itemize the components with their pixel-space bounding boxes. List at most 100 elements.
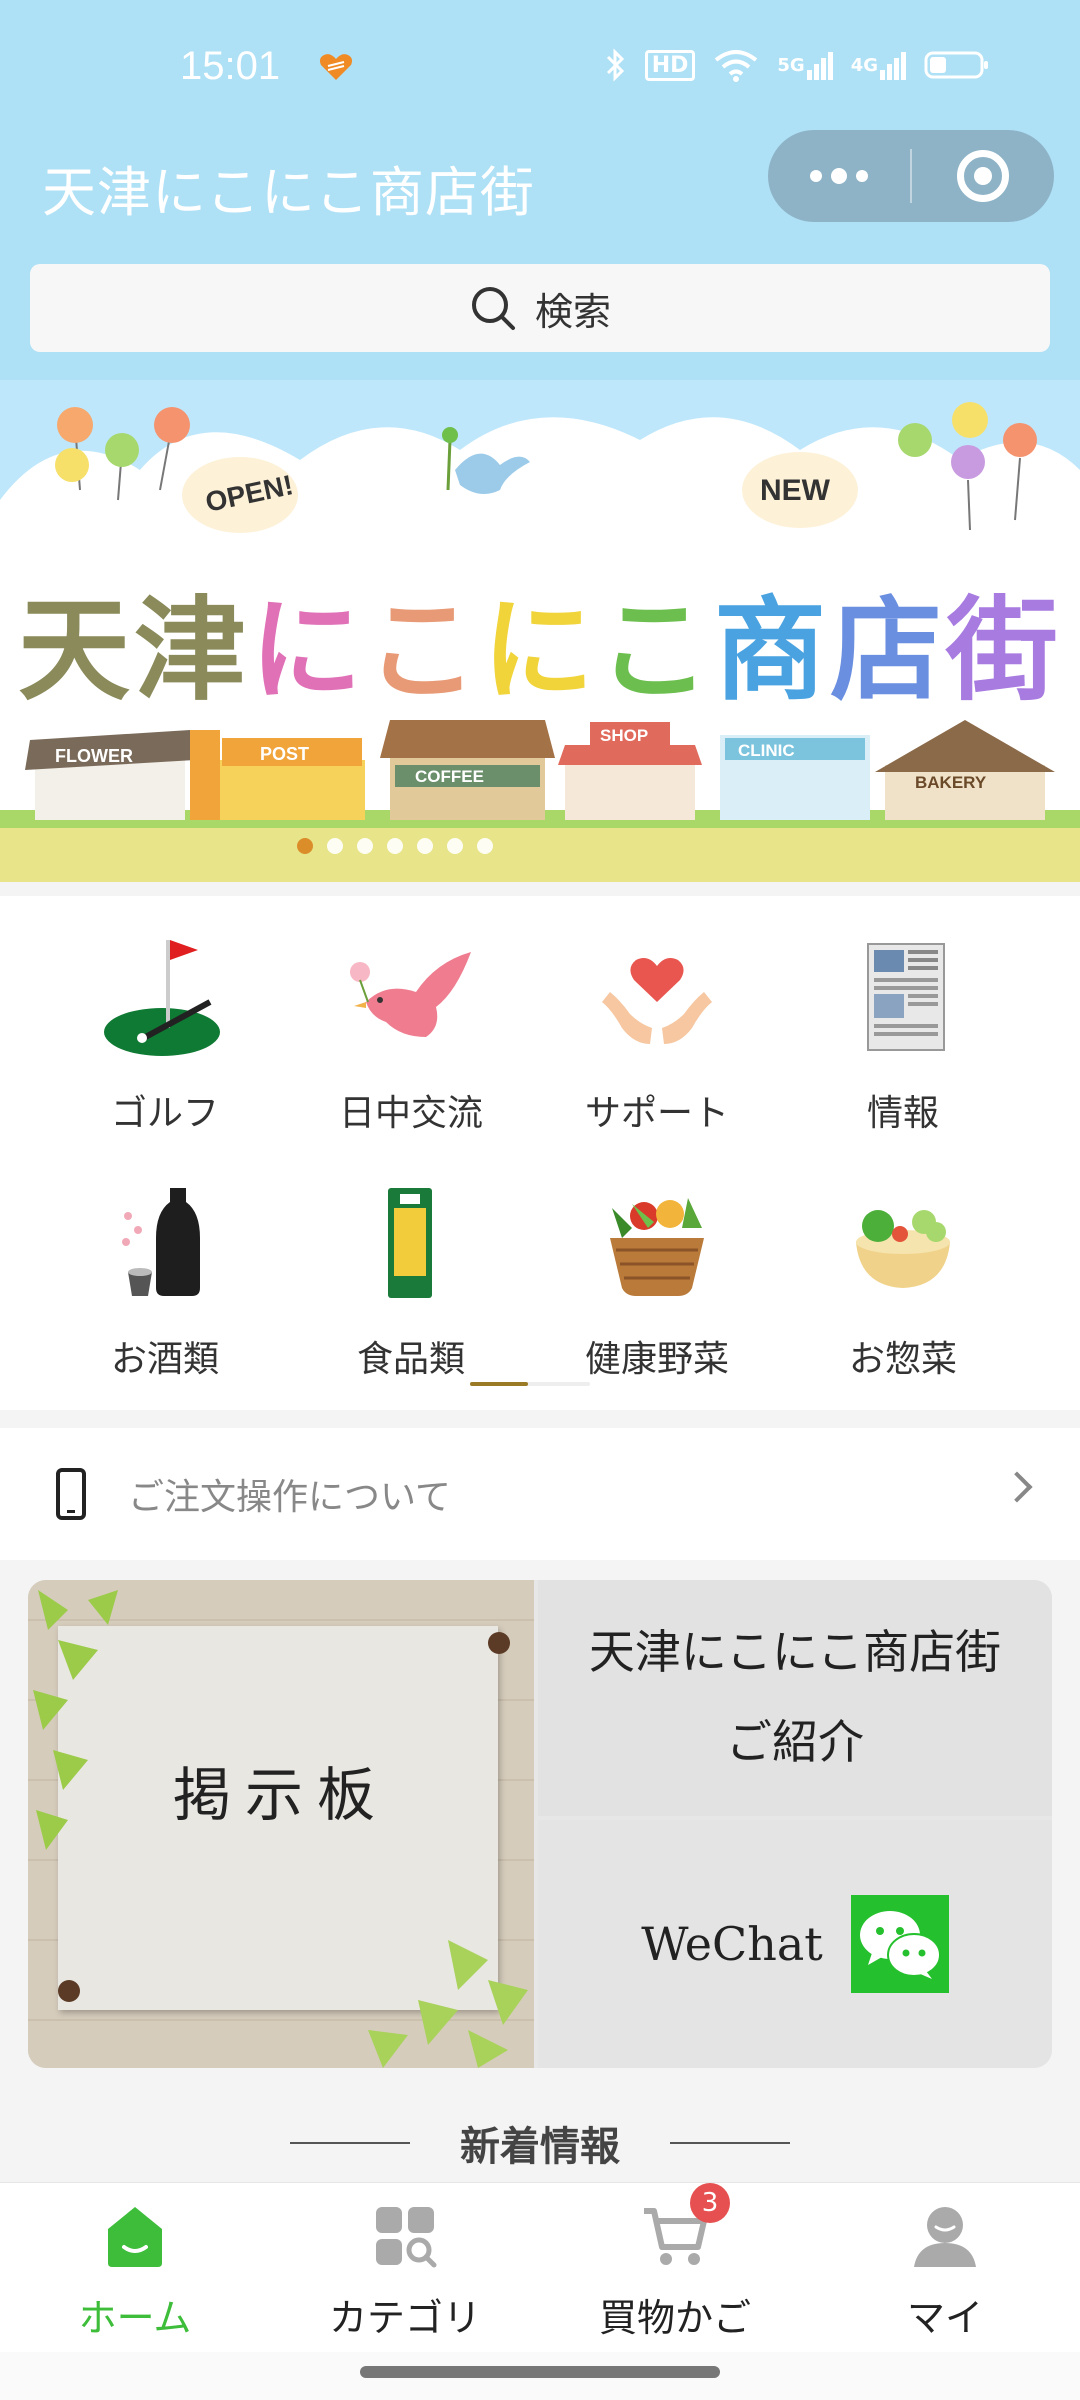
food-pack-icon: [341, 1178, 481, 1308]
banner-new-sign: NEW: [760, 474, 831, 507]
wechat-icon: [850, 1895, 949, 1993]
carousel-dot[interactable]: [477, 838, 493, 854]
vegetable-basket-icon: [587, 1178, 727, 1308]
bird-icon: [341, 932, 481, 1062]
category-golf[interactable]: ゴルフ: [50, 932, 280, 1162]
category-label: お酒類: [110, 1339, 219, 1380]
feature-cards: 掲示板 天津にこにこ商店街 ご紹介 WeChat: [28, 1580, 1052, 2068]
category-grid: ゴルフ 日中交流 サポート 情報 お酒類 食品類 健康野菜 お惣菜: [0, 896, 1080, 1410]
close-miniprogram-button[interactable]: [912, 150, 1054, 202]
more-button[interactable]: [768, 130, 910, 222]
tab-label: マイ: [906, 2296, 983, 2340]
news-heading: 新着情報: [0, 2108, 1080, 2178]
category-label: 食品類: [356, 1339, 465, 1380]
category-label: お惣菜: [848, 1339, 957, 1380]
tab-category[interactable]: カテゴリ: [270, 2201, 540, 2342]
wechat-card[interactable]: WeChat: [538, 1820, 1052, 2068]
category-label: 日中交流: [338, 1093, 483, 1134]
search-placeholder: 検索: [534, 289, 611, 334]
search-bar[interactable]: 検索: [30, 264, 1050, 352]
order-info-label: ご注文操作について: [128, 1477, 451, 1518]
intro-subtitle: ご紹介: [726, 1715, 864, 1769]
carousel-dot[interactable]: [387, 838, 403, 854]
status-time: 15:01: [180, 44, 281, 88]
battery-icon: [924, 51, 988, 79]
pin-icon: [488, 1632, 510, 1654]
carousel-dot[interactable]: [297, 838, 313, 854]
more-dot-icon: [856, 170, 868, 182]
sake-icon: [95, 1178, 235, 1308]
banner-title-part: こ: [366, 585, 482, 716]
wifi-icon: [715, 50, 758, 82]
tab-label: 買物かご: [598, 2296, 751, 2340]
carousel-indicator: [0, 838, 1080, 854]
status-icons: HD 5G 4G: [605, 48, 990, 82]
shop-shop-sign: SHOP: [600, 726, 648, 745]
status-bar: 15:01 HD 5G 4G: [0, 0, 1080, 130]
signal-5g-icon: 5G: [777, 48, 833, 82]
search-icon: [471, 287, 515, 330]
miniprogram-capsule: [768, 130, 1054, 222]
wechat-label: WeChat: [641, 1917, 823, 1971]
intro-card[interactable]: 天津にこにこ商店街 ご紹介: [538, 1580, 1052, 1816]
heading-divider: [670, 2142, 790, 2144]
banner-carousel[interactable]: OPEN! NEW FLOWER POST COFFEE SHOP CLINIC…: [0, 380, 1080, 882]
shop-flower-sign: FLOWER: [55, 746, 133, 766]
newspaper-icon: [833, 932, 973, 1062]
carousel-dot[interactable]: [327, 838, 343, 854]
tab-home[interactable]: ホーム: [0, 2201, 270, 2342]
banner-title-part: に: [482, 585, 598, 716]
intro-title: 天津にこにこ商店街: [588, 1625, 1002, 1679]
pin-icon: [58, 1980, 80, 2002]
news-title: 新着情報: [460, 2124, 620, 2170]
cart-icon: 3: [640, 2183, 730, 2271]
shop-clinic-sign: CLINIC: [738, 741, 795, 760]
page-title: 天津にこにこ商店街: [42, 161, 535, 224]
signal-4g-icon: 4G: [851, 48, 906, 82]
category-label: サポート: [584, 1093, 729, 1134]
phone-icon: [56, 1468, 86, 1520]
category-info[interactable]: 情報: [788, 932, 1018, 1162]
chevron-right-icon: [1001, 1471, 1033, 1503]
heading-divider: [290, 2142, 410, 2144]
tab-label: ホーム: [78, 2296, 192, 2340]
app-header: 15:01 HD 5G 4G 天津にこにこ商店街 検索: [0, 0, 1080, 380]
bluetooth-icon: [606, 48, 624, 82]
heart-hands-icon: [587, 932, 727, 1062]
home-icon: [100, 2201, 170, 2271]
shop-bakery-sign: BAKERY: [915, 773, 987, 792]
home-indicator[interactable]: [360, 2366, 720, 2378]
tab-label: カテゴリ: [328, 2296, 481, 2340]
banner-title: 天津にこにこ商店街: [0, 560, 1080, 722]
carousel-dot[interactable]: [447, 838, 463, 854]
category-side-dish[interactable]: お惣菜: [788, 1178, 1018, 1408]
banner-title-part: 街: [946, 585, 1062, 716]
bulletin-board-card[interactable]: 掲示板: [28, 1580, 534, 2068]
board-title: 掲示板: [172, 1761, 389, 1829]
golf-icon: [95, 932, 235, 1062]
carousel-dot[interactable]: [417, 838, 433, 854]
category-alcohol[interactable]: お酒類: [50, 1178, 280, 1408]
category-support[interactable]: サポート: [542, 932, 772, 1162]
banner-title-part: 天津: [18, 585, 250, 716]
hd-icon: HD: [644, 48, 696, 82]
cart-badge: 3: [690, 2183, 730, 2223]
category-exchange[interactable]: 日中交流: [296, 932, 526, 1162]
shop-post-sign: POST: [260, 744, 309, 764]
more-dot-icon: [831, 168, 847, 184]
banner-title-part: に: [250, 585, 366, 716]
tab-cart[interactable]: 3 買物かご: [540, 2183, 810, 2342]
category-food[interactable]: 食品類: [296, 1178, 526, 1408]
category-icon: [370, 2201, 440, 2271]
more-dot-icon: [810, 170, 822, 182]
tab-my[interactable]: マイ: [810, 2201, 1080, 2342]
heart-status-icon: [320, 54, 352, 80]
shop-coffee-sign: COFFEE: [415, 767, 484, 786]
category-vegetables[interactable]: 健康野菜: [542, 1178, 772, 1408]
category-label: 情報: [866, 1093, 939, 1134]
banner-title-part: 店: [830, 585, 946, 716]
banner-title-part: こ: [598, 585, 714, 716]
banner-title-part: 商: [714, 585, 830, 716]
order-info-row[interactable]: ご注文操作について: [0, 1428, 1080, 1560]
carousel-dot[interactable]: [357, 838, 373, 854]
